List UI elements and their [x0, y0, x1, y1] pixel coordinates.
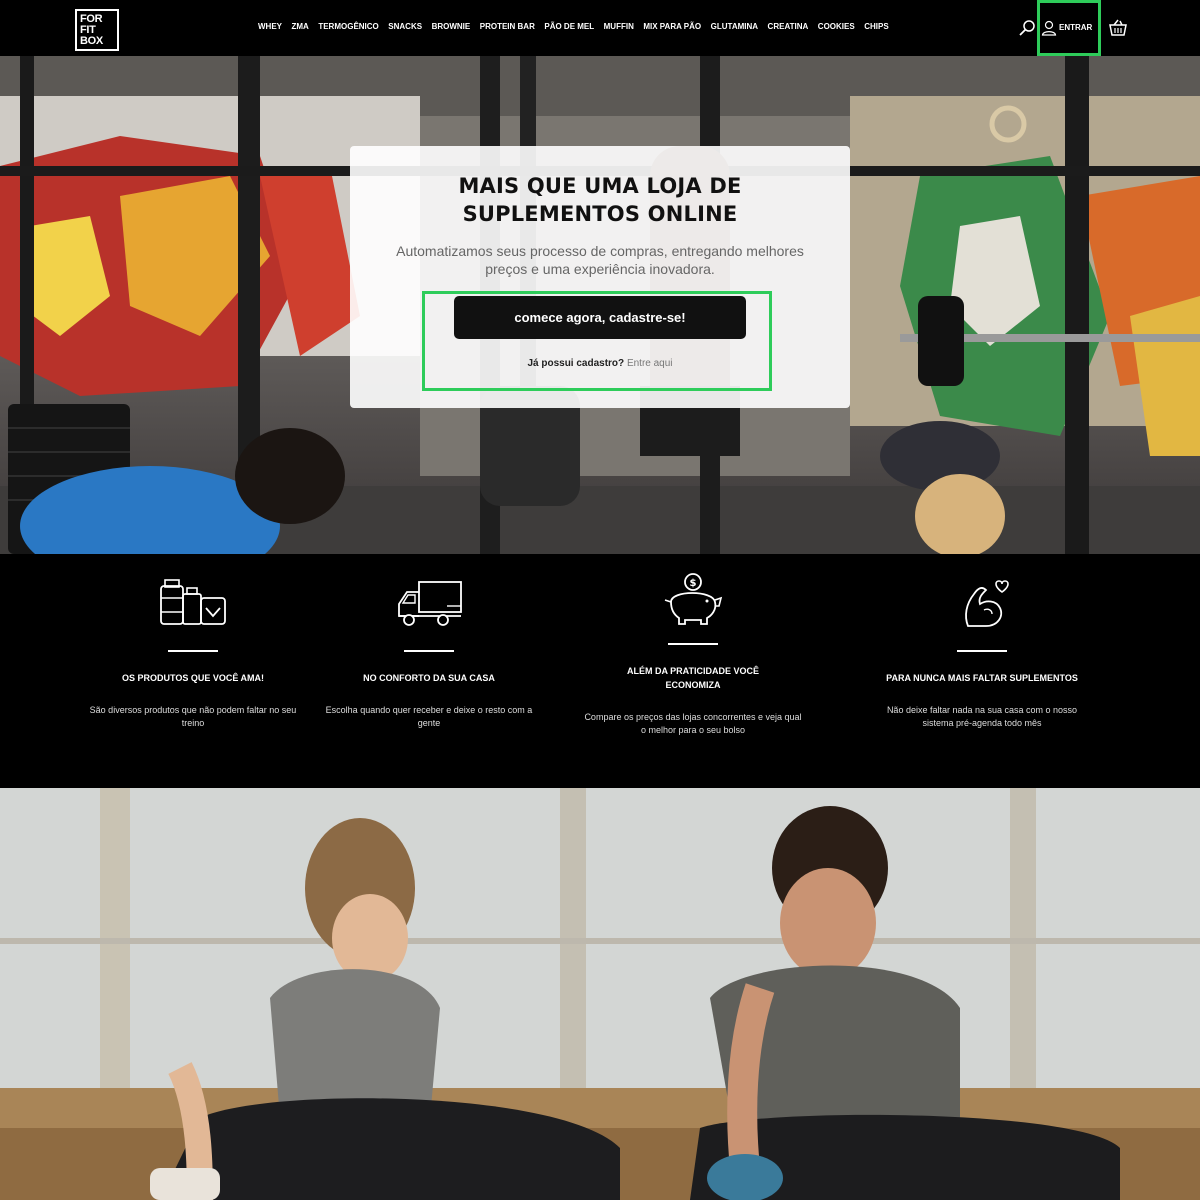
supplements-icon — [160, 579, 226, 625]
nav-item-whey[interactable]: WHEY — [258, 22, 282, 31]
features-section: OS PRODUTOS QUE VOCÊ AMA! São diversos p… — [0, 554, 1200, 788]
nav-item-zma[interactable]: ZMA — [292, 22, 309, 31]
stretching-couple-image — [0, 788, 1200, 1200]
feature-title: ALÉM DA PRATICIDADE VOCÊ ECONOMIZA — [626, 666, 759, 690]
logo-line-3: BOX — [80, 35, 103, 47]
svg-text:$: $ — [690, 578, 697, 589]
nav-item-mix-para-pão[interactable]: MIX PARA PÃO — [643, 22, 701, 31]
feature-title: OS PRODUTOS QUE VOCÊ AMA! — [121, 673, 264, 683]
truck-icon — [398, 581, 462, 626]
muscle-heart-icon — [965, 580, 1009, 627]
cart-icon[interactable] — [1108, 18, 1128, 38]
feature-divider — [668, 643, 718, 645]
nav-item-snacks[interactable]: SNACKS — [388, 22, 422, 31]
nav-item-termogênico[interactable]: TERMOGÊNICO — [318, 22, 378, 31]
nav-item-glutamina[interactable]: GLUTAMINA — [711, 22, 758, 31]
login-highlight-box — [1037, 0, 1101, 56]
feature-divider — [404, 650, 454, 652]
nav-item-pão-de-mel[interactable]: PÃO DE MEL — [544, 22, 594, 31]
nav-item-chips[interactable]: CHIPS — [864, 22, 888, 31]
feature-divider — [168, 650, 218, 652]
site-header: FOR FIT BOX WHEY ZMA TERMOGÊNICO SNACKS BROW… — [0, 0, 1200, 56]
feature-description: São diversos produtos que não podem falt… — [89, 705, 297, 728]
feature-divider — [957, 650, 1007, 652]
nav-item-brownie[interactable]: BROWNIE — [432, 22, 471, 31]
hero-title-line-1: MAIS QUE UMA LOJA DE — [458, 174, 742, 198]
feature-description: Compare os preços das lojas concorrentes… — [584, 712, 802, 735]
nav-item-cookies[interactable]: COOKIES — [818, 22, 855, 31]
hero-title: MAIS QUE UMA LOJA DE SUPLEMENTOS ONLINE — [350, 172, 850, 228]
nav-item-protein-bar[interactable]: PROTEIN BAR — [480, 22, 535, 31]
search-icon[interactable] — [1017, 18, 1037, 38]
feature-description: Não deixe faltar nada na sua casa com o … — [886, 705, 1078, 728]
feature-description: Escolha quando quer receber e deixe o re… — [325, 705, 533, 728]
hero-title-line-2: SUPLEMENTOS ONLINE — [462, 202, 738, 226]
feature-title: PARA NUNCA MAIS FALTAR SUPLEMENTOS — [886, 673, 1078, 683]
nav-item-muffin[interactable]: MUFFIN — [604, 22, 634, 31]
stretching-photo-illustration — [0, 788, 1200, 1200]
hero-subtitle: Automatizamos seus processo de compras, … — [396, 243, 804, 277]
forfitbox-logo[interactable]: FOR FIT BOX — [75, 9, 119, 51]
feature-title: NO CONFORTO DA SUA CASA — [363, 673, 495, 683]
cta-highlight-box — [422, 291, 772, 391]
main-nav: WHEY ZMA TERMOGÊNICO SNACKS BROWNIE PROTEIN B… — [258, 22, 898, 31]
piggy-bank-icon: $ — [664, 573, 723, 625]
nav-item-creatina[interactable]: CREATINA — [768, 22, 809, 31]
